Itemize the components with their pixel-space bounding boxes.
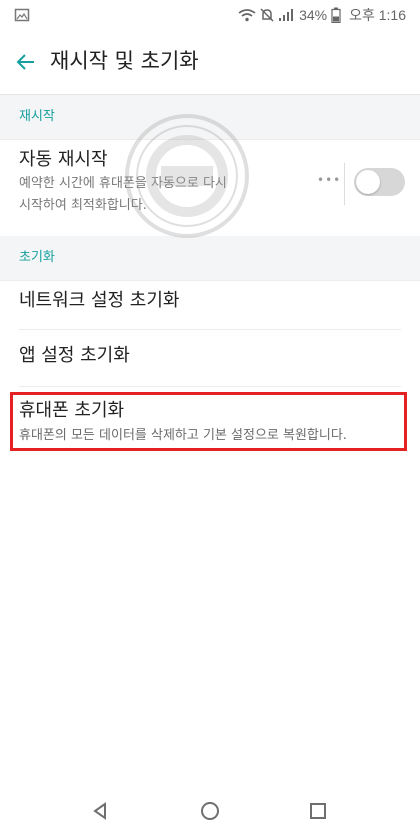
app-bar: 재시작 및 초기화 <box>0 30 420 95</box>
page-title: 재시작 및 초기화 <box>50 49 199 73</box>
arrow-left-icon <box>16 54 34 70</box>
status-bar: 34% 오후 1:16 <box>0 0 420 30</box>
network-reset-item[interactable]: 네트워크 설정 초기화 <box>0 281 420 330</box>
battery-percent: 34% <box>299 7 328 23</box>
nav-back-button[interactable] <box>86 797 114 825</box>
battery-icon <box>331 7 341 23</box>
toggle-knob <box>356 170 380 194</box>
navigation-bar <box>0 780 420 840</box>
status-right-group: 34% 오후 1:16 <box>238 5 406 25</box>
phone-reset-description: 휴대폰의 모든 데이터를 삭제하고 기본 설정으로 복원합니다. <box>19 428 347 443</box>
recents-square-icon <box>310 803 326 819</box>
phone-reset-item[interactable]: 휴대폰 초기화 휴대폰의 모든 데이터를 삭제하고 기본 설정으로 복원합니다. <box>0 392 420 452</box>
back-triangle-icon <box>93 802 106 820</box>
divider <box>19 386 401 387</box>
section-header-restart-label: 재시작 <box>19 109 55 124</box>
more-options-icon[interactable]: ••• <box>317 174 340 186</box>
auto-restart-toggle[interactable] <box>354 168 405 196</box>
back-button[interactable] <box>8 44 44 80</box>
nav-recents-button[interactable] <box>304 797 332 825</box>
auto-restart-title: 자동 재시작 <box>19 149 108 170</box>
signal-icon <box>279 9 294 21</box>
app-settings-reset-title: 앱 설정 초기화 <box>19 345 130 366</box>
nav-home-button[interactable] <box>196 797 224 825</box>
home-circle-icon <box>201 802 219 820</box>
network-reset-title: 네트워크 설정 초기화 <box>19 290 180 311</box>
mute-icon <box>260 8 274 22</box>
section-header-reset-label: 초기화 <box>19 250 55 265</box>
status-time: 오후 1:16 <box>349 7 406 23</box>
auto-restart-description-line1: 예약한 시간에 휴대폰을 자동으로 다시 <box>19 176 227 191</box>
wifi-icon <box>238 9 256 22</box>
phone-reset-title: 휴대폰 초기화 <box>19 400 125 421</box>
app-settings-reset-item[interactable]: 앱 설정 초기화 <box>0 330 420 386</box>
section-header-reset: 초기화 <box>0 236 420 281</box>
gallery-icon <box>14 8 30 22</box>
section-header-restart: 재시작 <box>0 95 420 140</box>
toggle-separator <box>344 163 345 205</box>
auto-restart-description-line2: 시작하여 최적화합니다. <box>19 198 147 213</box>
